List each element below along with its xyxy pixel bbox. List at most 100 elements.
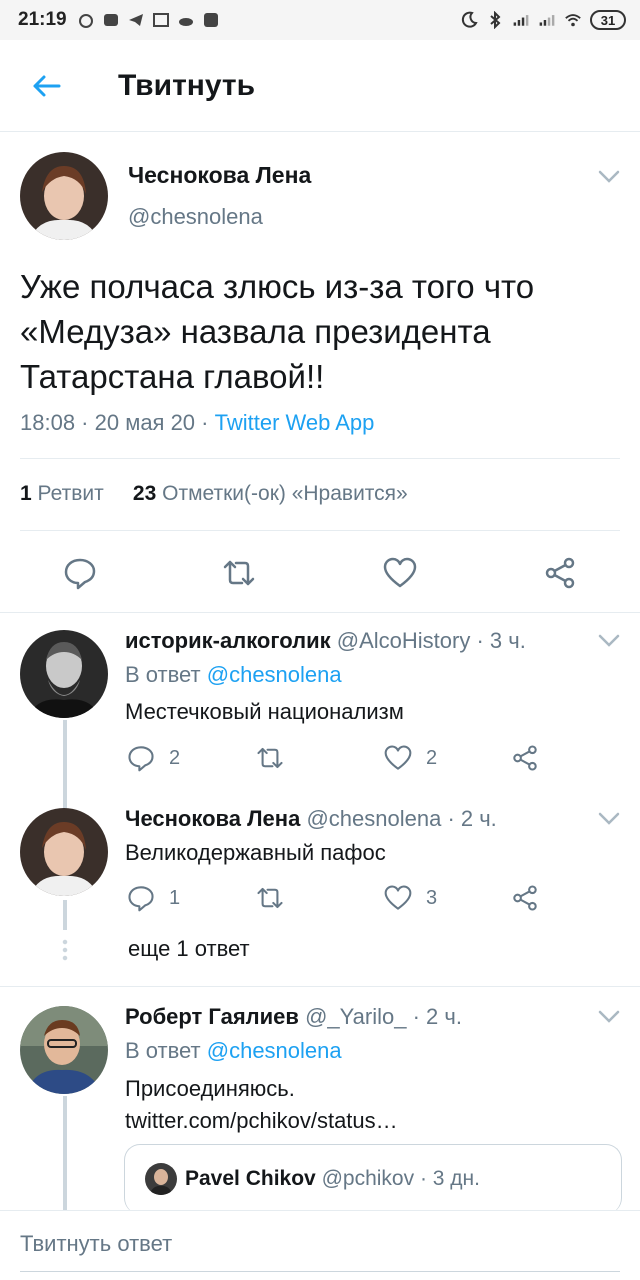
bluetooth-icon: [490, 11, 501, 29]
reply-count: 1: [169, 886, 181, 909]
retweet-icon[interactable]: [222, 556, 256, 590]
in-reply-prefix: В ответ: [125, 662, 207, 687]
reply-time: · 3 ч.: [476, 628, 526, 653]
thread-line: [63, 900, 67, 930]
mention-link[interactable]: @chesnolena: [207, 1038, 342, 1063]
chevron-down-icon[interactable]: [598, 634, 620, 648]
in-reply-to: В ответ @chesnolena: [125, 1038, 342, 1064]
status-time: 21:19: [18, 9, 67, 30]
reply-text: Великодержавный пафос: [125, 840, 386, 865]
system-icons: 31: [460, 10, 626, 30]
reply-author-handle[interactable]: @_Yarilo_: [305, 1004, 406, 1029]
retweet-icon: [257, 887, 283, 909]
show-more-replies[interactable]: еще 1 ответ: [128, 936, 250, 962]
avatar[interactable]: [20, 808, 108, 896]
like-count: 2: [426, 746, 438, 769]
retweet-action[interactable]: [256, 744, 298, 772]
heart-icon: [384, 885, 412, 910]
tweet-actions: [0, 550, 640, 610]
likes-count: 23: [132, 482, 157, 505]
thread-line: [63, 1096, 67, 1216]
author-name[interactable]: Чеснокова Лена: [128, 162, 311, 189]
chevron-down-icon[interactable]: [598, 170, 620, 184]
tweet-timestamp: 18:08 · 20 мая 20 ·: [20, 410, 215, 435]
reply-author-name[interactable]: Роберт Гаялиев: [125, 1004, 299, 1029]
avatar[interactable]: [20, 1006, 108, 1094]
reply-icon: [128, 746, 154, 772]
reply-time: · 2 ч.: [447, 806, 497, 831]
reply-header: Чеснокова Лена @chesnolena · 2 ч.: [125, 806, 497, 832]
chevron-down-icon[interactable]: [598, 1010, 620, 1024]
in-reply-to: В ответ @chesnolena: [125, 662, 342, 688]
reply-icon[interactable]: [63, 556, 97, 590]
news-icon: [152, 13, 169, 27]
quoted-tweet[interactable]: Pavel Chikov @pchikov · 3 дн.: [124, 1144, 622, 1214]
page-title: Твитнуть: [118, 68, 256, 102]
reply-action[interactable]: 2: [127, 744, 180, 772]
notification-icons: [77, 11, 220, 29]
reply-author-handle[interactable]: @AlcoHistory: [337, 628, 471, 653]
reply-count: 2: [169, 746, 181, 769]
reply-header: историк-алкоголик @AlcoHistory · 3 ч.: [125, 628, 526, 654]
in-reply-prefix: В ответ: [125, 1038, 207, 1063]
author-handle[interactable]: @chesnolena: [128, 204, 263, 230]
telegram-icon: [128, 14, 143, 26]
chevron-down-icon[interactable]: [598, 812, 620, 826]
back-button[interactable]: [26, 66, 66, 106]
avatar[interactable]: [20, 630, 108, 718]
top-app-bar: Твитнуть: [0, 40, 640, 132]
share-icon: [513, 745, 537, 771]
mention-link[interactable]: @chesnolena: [207, 662, 342, 687]
reply-time: · 2 ч.: [412, 1004, 462, 1029]
cloud-icon: [178, 18, 193, 26]
like-action[interactable]: 3: [384, 884, 437, 912]
divider: [0, 986, 640, 987]
divider: [20, 530, 620, 531]
signal-icon-2: [539, 15, 555, 26]
notification-icon: [78, 14, 93, 28]
battery-indicator: 31: [590, 10, 626, 30]
moon-icon: [461, 11, 478, 28]
retweet-stat[interactable]: 1 Ретвит: [20, 482, 104, 505]
like-action[interactable]: 2: [384, 744, 437, 772]
share-icon: [513, 885, 537, 911]
tweet-stats: 1 Ретвит 23 Отметки(-ок) «Нравится»: [20, 482, 408, 506]
thread-dots: [62, 938, 68, 962]
wifi-icon: [565, 14, 581, 27]
reply-header: Роберт Гаялиев @_Yarilo_ · 2 ч.: [125, 1004, 462, 1030]
share-icon[interactable]: [543, 556, 577, 590]
thread-line: [63, 720, 67, 812]
reply-action[interactable]: 1: [127, 884, 180, 912]
status-bar: 21:19 31: [0, 0, 640, 40]
heart-icon: [384, 745, 412, 770]
input-underline: [20, 1271, 620, 1272]
tweet-link[interactable]: twitter.com/pchikov/status…: [125, 1108, 398, 1134]
share-action[interactable]: [511, 884, 553, 912]
reply-author-name[interactable]: Чеснокова Лена: [125, 806, 300, 831]
divider: [20, 458, 620, 459]
app-icon: [103, 14, 118, 26]
quoted-header: Pavel Chikov @pchikov · 3 дн.: [185, 1167, 480, 1191]
quoted-author-name: Pavel Chikov: [185, 1167, 316, 1190]
reply-composer[interactable]: Твитнуть ответ: [0, 1210, 640, 1280]
like-count: 3: [426, 886, 438, 909]
retweet-action[interactable]: [256, 884, 298, 912]
retweet-label: Ретвит: [37, 482, 104, 505]
reply-text: Присоединяюсь.: [125, 1076, 295, 1101]
tweet-text: Уже полчаса злюсь из-за того что «Медуза…: [20, 268, 535, 395]
reply-author-handle[interactable]: @chesnolena: [306, 806, 441, 831]
likes-stat[interactable]: 23 Отметки(-ок) «Нравится»: [133, 482, 408, 505]
signal-icon: [513, 15, 529, 26]
share-action[interactable]: [511, 744, 553, 772]
reply-input[interactable]: Твитнуть ответ: [20, 1231, 172, 1257]
heart-icon[interactable]: [383, 556, 417, 590]
vk-icon: [203, 13, 218, 27]
divider: [0, 612, 640, 613]
tweet-source-link[interactable]: Twitter Web App: [215, 410, 375, 435]
retweet-count: 1: [20, 482, 32, 505]
retweet-icon: [257, 747, 283, 769]
reply-author-name[interactable]: историк-алкоголик: [125, 628, 331, 653]
avatar[interactable]: [20, 152, 108, 240]
reply-icon: [128, 886, 154, 912]
quoted-time: · 3 дн.: [419, 1167, 480, 1190]
